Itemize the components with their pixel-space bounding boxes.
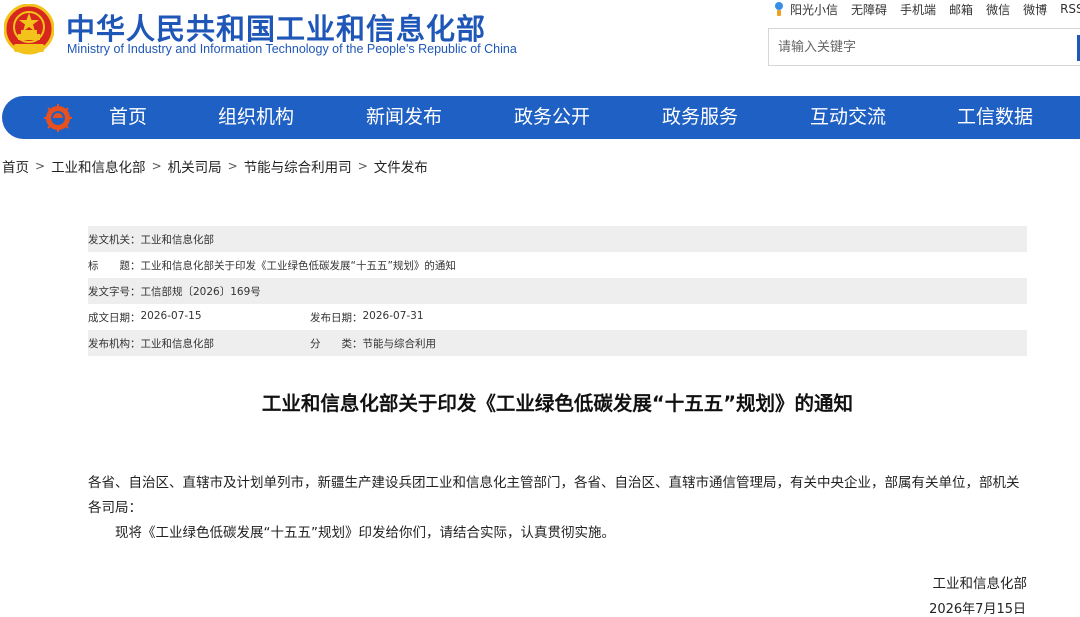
sunshine-icon: [775, 2, 783, 16]
nav-interaction[interactable]: 互动交流: [810, 96, 886, 139]
search-input[interactable]: [769, 29, 1080, 65]
info-value-written: 2026-07-15: [140, 309, 202, 322]
national-emblem-icon: [4, 4, 54, 55]
info-label: 发布日期：: [310, 311, 363, 324]
miit-logo-icon[interactable]: [44, 104, 72, 132]
info-value-title: 工业和信息化部关于印发《工业绿色低碳发展“十五五”规划》的通知: [140, 259, 456, 272]
article-signature-org: 工业和信息化部: [932, 576, 1028, 592]
info-label: 标 题：: [88, 259, 141, 272]
top-link-mobile[interactable]: 手机端: [900, 1, 936, 18]
top-link-email[interactable]: 邮箱: [949, 1, 973, 18]
search-box: [768, 28, 1080, 66]
info-label: 发布机构：: [88, 337, 141, 350]
breadcrumb-separator: >: [357, 159, 368, 173]
article-paragraph-body: 现将《工业绿色低碳发展“十五五”规划》印发给你们，请结合实际，认真贯彻实施。: [115, 525, 615, 541]
main-nav: 首页 组织机构 新闻发布 政务公开 政务服务 互动交流 工信数据: [2, 96, 1080, 139]
info-label: 发文机关：: [88, 233, 141, 246]
info-row-docno: 发文字号： 工信部规〔2026〕169号: [88, 278, 1027, 304]
nav-gov-affairs[interactable]: 政务公开: [514, 96, 590, 139]
top-link-rss[interactable]: RSS: [1060, 2, 1080, 16]
info-row-title: 标 题： 工业和信息化部关于印发《工业绿色低碳发展“十五五”规划》的通知: [88, 252, 1027, 278]
info-value-published: 2026-07-31: [362, 309, 424, 322]
breadcrumb-ministry[interactable]: 工业和信息化部: [51, 156, 146, 176]
top-link-accessibility[interactable]: 无障碍: [851, 1, 887, 18]
top-link-wechat[interactable]: 微信: [986, 1, 1010, 18]
nav-data[interactable]: 工信数据: [957, 96, 1033, 139]
document-info-table: 发文机关： 工业和信息化部 标 题： 工业和信息化部关于印发《工业绿色低碳发展“…: [88, 226, 1027, 356]
info-cell-agency: 发布机构： 工业和信息化部: [88, 336, 310, 351]
info-label: 成文日期：: [88, 311, 141, 324]
info-cell-written: 成文日期： 2026-07-15: [88, 310, 310, 325]
nav-news[interactable]: 新闻发布: [366, 96, 442, 139]
info-label: 发文字号：: [88, 285, 141, 298]
site-subtitle: Ministry of Industry and Information Tec…: [67, 42, 517, 56]
info-label: 分 类：: [310, 337, 363, 350]
info-row-dates: 成文日期： 2026-07-15 发布日期： 2026-07-31: [88, 304, 1027, 330]
info-row-agency: 发布机构： 工业和信息化部 分 类： 节能与综合利用: [88, 330, 1027, 356]
nav-home[interactable]: 首页: [109, 96, 147, 139]
info-cell-category: 分 类： 节能与综合利用: [310, 336, 436, 351]
nav-gov-services[interactable]: 政务服务: [662, 96, 738, 139]
nav-organization[interactable]: 组织机构: [218, 96, 294, 139]
info-row-issuer: 发文机关： 工业和信息化部: [88, 226, 1027, 252]
site-header: 中华人民共和国工业和信息化部 Ministry of Industry and …: [0, 0, 1080, 96]
article-paragraph-recipients: 各省、自治区、直辖市及计划单列市，新疆生产建设兵团工业和信息化主管部门，各省、自…: [88, 475, 1020, 516]
info-value-issuer: 工业和信息化部: [140, 233, 215, 246]
breadcrumb-departments[interactable]: 机关司局: [168, 156, 222, 176]
info-value-agency: 工业和信息化部: [140, 337, 215, 350]
info-value-docno: 工信部规〔2026〕169号: [140, 285, 261, 298]
top-link-weibo[interactable]: 微博: [1023, 1, 1047, 18]
breadcrumb-energy-dept[interactable]: 节能与综合利用司: [244, 156, 352, 176]
breadcrumb-home[interactable]: 首页: [2, 156, 29, 176]
info-cell-published: 发布日期： 2026-07-31: [310, 310, 424, 325]
top-links: 阳光小信 无障碍 手机端 邮箱 微信 微博 RSS: [772, 0, 1080, 18]
article-title: 工业和信息化部关于印发《工业绿色低碳发展“十五五”规划》的通知: [261, 392, 854, 415]
top-link-sunshine[interactable]: 阳光小信: [790, 1, 838, 18]
breadcrumb-separator: >: [35, 159, 46, 173]
breadcrumb-documents[interactable]: 文件发布: [374, 156, 428, 176]
info-value-category: 节能与综合利用: [362, 337, 437, 350]
breadcrumb-separator: >: [151, 159, 162, 173]
breadcrumb: 首页 > 工业和信息化部 > 机关司局 > 节能与综合利用司 > 文件发布: [2, 156, 428, 176]
article-signature-date: 2026年7月15日: [929, 602, 1026, 617]
breadcrumb-separator: >: [227, 159, 238, 173]
